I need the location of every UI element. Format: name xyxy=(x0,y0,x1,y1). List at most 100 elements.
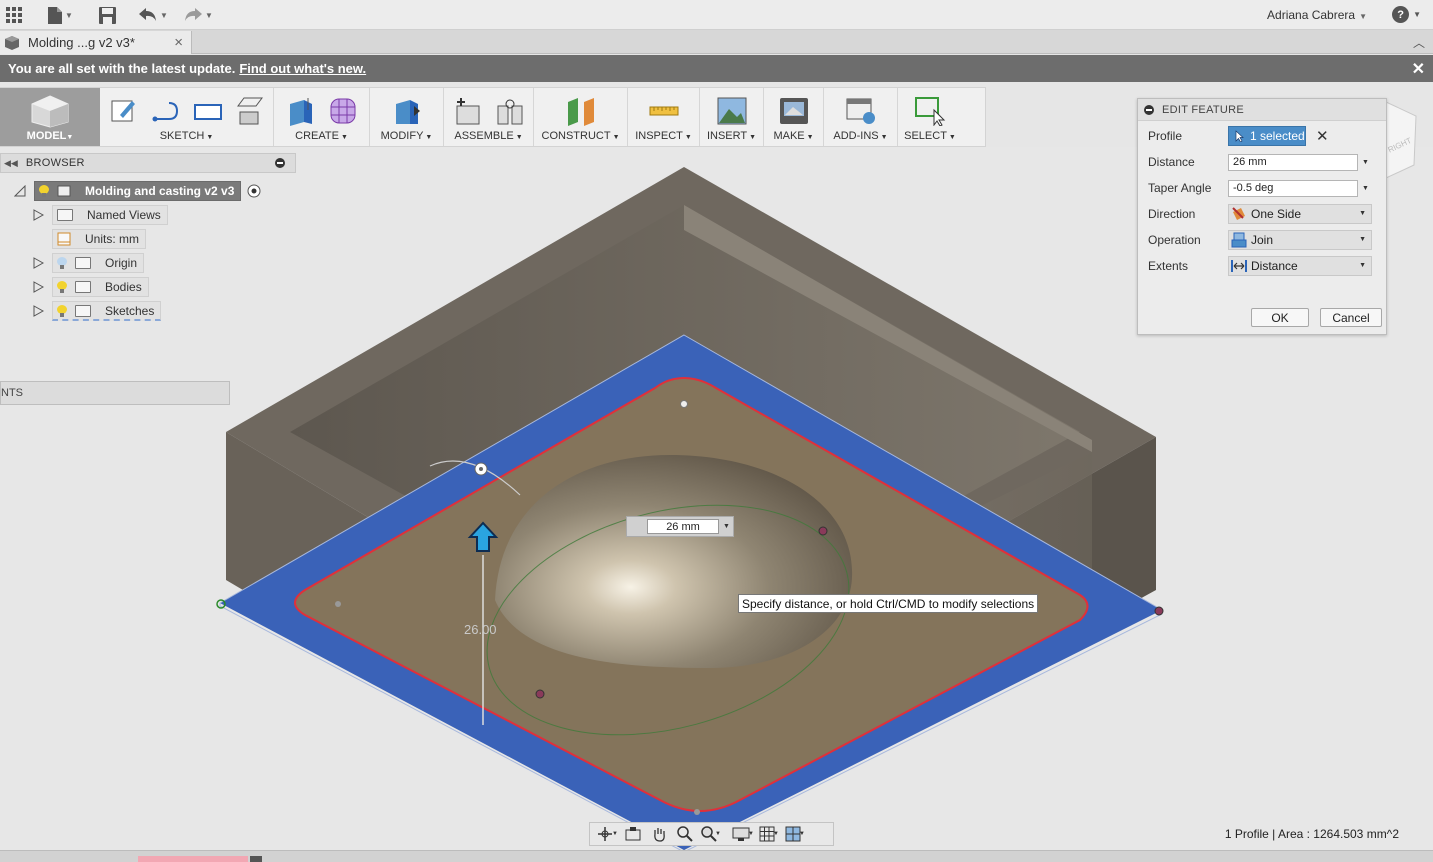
distance-field[interactable]: 26 mm xyxy=(1228,153,1358,171)
timeline-feature[interactable] xyxy=(138,856,248,862)
view-cube[interactable]: RIGHT xyxy=(1385,101,1417,179)
lightbulb-icon[interactable] xyxy=(57,304,67,317)
tree-node[interactable]: Sketches xyxy=(52,301,162,321)
lightbulb-off-icon[interactable] xyxy=(57,257,67,269)
collapsed-triangle-icon[interactable] xyxy=(32,209,44,221)
browser-root-node[interactable]: Molding and casting v2 v3 xyxy=(34,181,242,201)
zoom-window-icon[interactable]: ▼ xyxy=(700,825,722,843)
select-group[interactable]: SELECT ▼ xyxy=(898,88,962,146)
grid-icon[interactable]: ▼ xyxy=(758,825,780,843)
app-bar: ▼ ▼ ▼ Adriana Cabrera ▼ ? ▼ xyxy=(0,0,1433,30)
user-menu[interactable]: Adriana Cabrera ▼ xyxy=(1267,8,1367,22)
collapsed-triangle-icon[interactable] xyxy=(32,305,44,317)
inspect-group[interactable]: INSPECT ▼ xyxy=(628,88,700,146)
browser-root-row[interactable]: Molding and casting v2 v3 xyxy=(14,181,261,201)
make-group[interactable]: MAKE ▼ xyxy=(764,88,824,146)
extrude-icon[interactable] xyxy=(284,94,318,128)
tree-item-bodies[interactable]: Bodies xyxy=(32,277,149,297)
viewports-icon[interactable]: ▼ xyxy=(784,825,806,843)
distance-input[interactable]: 26 mm xyxy=(647,519,719,534)
group-label: MAKE xyxy=(773,130,805,142)
app-grid-icon[interactable] xyxy=(6,5,22,25)
taper-angle-field[interactable]: -0.5 deg xyxy=(1228,179,1358,197)
expanded-triangle-icon[interactable] xyxy=(14,185,26,197)
profile-select-button[interactable]: 1 selected xyxy=(1228,126,1306,146)
sketch-group[interactable]: SKETCH ▼ xyxy=(100,88,274,146)
select-tool-icon[interactable] xyxy=(913,94,947,128)
offset-plane-icon[interactable] xyxy=(564,94,598,128)
tree-node[interactable]: Named Views xyxy=(52,205,168,225)
direction-select[interactable]: One Side ▼ xyxy=(1228,204,1372,224)
collapse-ribbon-icon[interactable]: ︿ xyxy=(1413,34,1425,51)
joint-icon[interactable] xyxy=(493,94,527,128)
help-icon[interactable]: ? xyxy=(1392,6,1410,23)
comments-panel-header[interactable]: NTS xyxy=(0,381,230,405)
save-icon[interactable] xyxy=(99,5,116,25)
timeline-marker[interactable] xyxy=(250,856,262,862)
ok-button[interactable]: OK xyxy=(1251,308,1309,327)
pan-hand-icon[interactable] xyxy=(648,825,670,843)
dialog-header[interactable]: EDIT FEATURE xyxy=(1138,99,1386,121)
close-tab-icon[interactable]: × xyxy=(174,34,183,51)
look-at-icon[interactable] xyxy=(622,825,644,843)
chevron-down-icon[interactable]: ▼ xyxy=(1362,185,1369,192)
minimize-icon[interactable] xyxy=(275,158,285,168)
clear-selection-icon[interactable]: ✕ xyxy=(1316,127,1329,145)
tree-node[interactable]: Units: mm xyxy=(52,229,146,249)
construct-group[interactable]: CONSTRUCT ▼ xyxy=(534,88,628,146)
extents-row: Extents Distance ▼ xyxy=(1148,256,1384,276)
tree-item-named-views[interactable]: Named Views xyxy=(32,205,168,225)
lightbulb-icon[interactable] xyxy=(57,281,67,293)
banner-text: You are all set with the latest update. xyxy=(8,61,236,76)
create-group[interactable]: CREATE ▼ xyxy=(274,88,370,146)
tree-node[interactable]: Bodies xyxy=(52,277,149,297)
help-menu[interactable]: ? ▼ xyxy=(1392,6,1421,23)
close-banner-icon[interactable]: ✕ xyxy=(1412,59,1425,79)
3d-print-icon[interactable] xyxy=(777,94,811,128)
operation-label: Operation xyxy=(1148,233,1201,247)
browser-panel-header[interactable]: ◀◀ BROWSER xyxy=(0,153,296,173)
tree-item-sketches[interactable]: Sketches xyxy=(32,301,162,321)
chevron-down-icon[interactable]: ▼ xyxy=(1362,159,1369,166)
create-sketch-icon[interactable] xyxy=(107,94,141,128)
form-icon[interactable] xyxy=(326,94,360,128)
whats-new-link[interactable]: Find out what's new. xyxy=(239,61,366,76)
extents-select[interactable]: Distance ▼ xyxy=(1228,256,1372,276)
rectangle-tool-icon[interactable] xyxy=(191,94,225,128)
navigation-toolbar: ▼ ▼ ▼ ▼ ▼ xyxy=(589,822,834,846)
activate-radio-icon[interactable] xyxy=(247,184,261,198)
timeline-strip xyxy=(0,850,1433,862)
undo-icon[interactable]: ▼ xyxy=(139,5,168,25)
collapse-panel-icon[interactable]: ◀◀ xyxy=(4,158,18,169)
document-tab[interactable]: Molding ...g v2 v3* × xyxy=(0,31,192,54)
lightbulb-icon[interactable] xyxy=(39,185,49,197)
file-menu-icon[interactable]: ▼ xyxy=(48,5,73,25)
cancel-button[interactable]: Cancel xyxy=(1320,308,1382,327)
add-ins-group[interactable]: ADD-INS ▼ xyxy=(824,88,898,146)
display-settings-icon[interactable]: ▼ xyxy=(732,825,754,843)
zoom-icon[interactable] xyxy=(674,825,696,843)
redo-icon[interactable]: ▼ xyxy=(184,5,213,25)
press-pull-icon[interactable] xyxy=(390,94,424,128)
collapsed-triangle-icon[interactable] xyxy=(32,281,44,293)
new-component-icon[interactable] xyxy=(451,94,485,128)
project-tool-icon[interactable] xyxy=(233,94,267,128)
tree-item-origin[interactable]: Origin xyxy=(32,253,145,273)
chevron-down-icon[interactable]: ▼ xyxy=(723,523,730,530)
collapse-dialog-icon[interactable] xyxy=(1144,104,1154,115)
workspace-switcher[interactable]: MODEL▼ xyxy=(0,88,100,146)
assemble-group[interactable]: ASSEMBLE ▼ xyxy=(444,88,534,146)
orbit-icon[interactable]: ▼ xyxy=(596,825,618,843)
measure-icon[interactable] xyxy=(647,94,681,128)
distance-input-popup[interactable]: 26 mm ▼ xyxy=(626,516,734,537)
insert-group[interactable]: INSERT ▼ xyxy=(700,88,764,146)
tree-item-units[interactable]: Units: mm xyxy=(52,229,146,249)
modify-group[interactable]: MODIFY ▼ xyxy=(370,88,444,146)
scripts-icon[interactable] xyxy=(844,94,878,128)
collapsed-triangle-icon[interactable] xyxy=(32,257,44,269)
tooltip: Specify distance, or hold Ctrl/CMD to mo… xyxy=(738,594,1039,613)
operation-select[interactable]: Join ▼ xyxy=(1228,230,1372,250)
insert-image-icon[interactable] xyxy=(715,94,749,128)
line-tool-icon[interactable] xyxy=(149,94,183,128)
tree-node[interactable]: Origin xyxy=(52,253,145,273)
